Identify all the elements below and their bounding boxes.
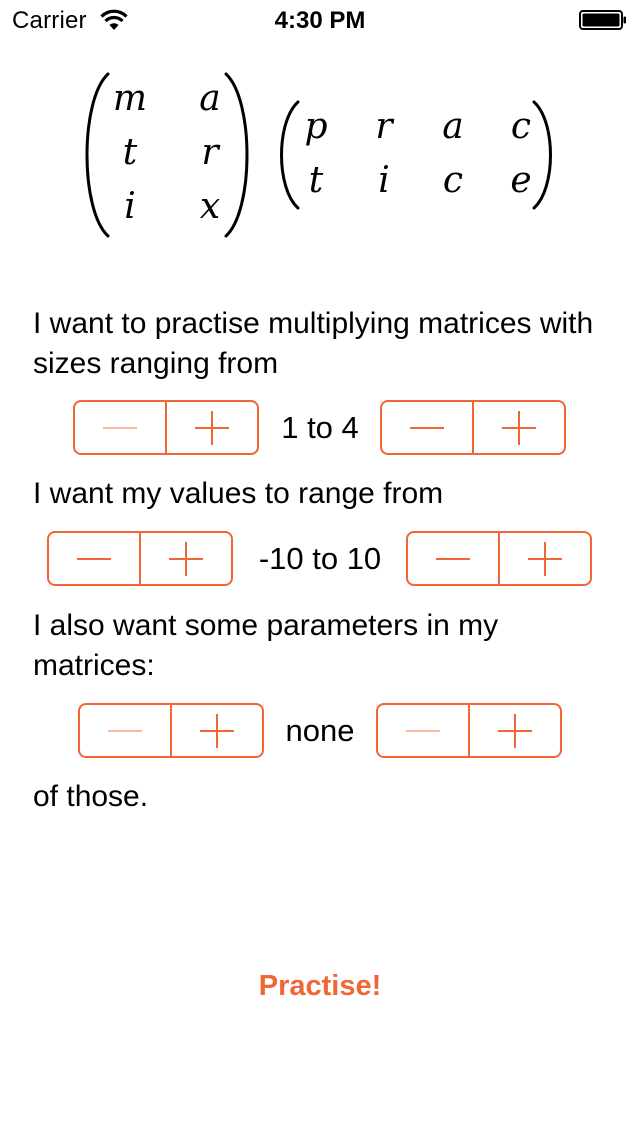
minus-icon: [77, 557, 111, 560]
left-matrix: m a t r i x: [85, 72, 249, 238]
right-matrix-entry: a: [442, 106, 463, 147]
parameters-min-decrement-button[interactable]: [80, 705, 170, 756]
values-min-stepper[interactable]: [47, 531, 233, 586]
parameters-suffix: of those.: [33, 780, 149, 813]
sizes-max-stepper[interactable]: [380, 400, 566, 455]
practise-button[interactable]: Practise!: [0, 966, 640, 1006]
right-matrix-entry: c: [511, 106, 531, 147]
parameters-prompt: I also want some parameters in my matric…: [33, 609, 499, 682]
minus-icon: [103, 426, 137, 429]
values-range-value: -10 to 10: [258, 541, 382, 576]
battery-icon: [579, 10, 626, 30]
minus-icon: [108, 729, 142, 732]
parameters-min-increment-button[interactable]: [170, 705, 262, 756]
sizes-prompt: I want to practise multiplying matrices …: [33, 307, 594, 380]
left-matrix-entry: r: [201, 132, 220, 173]
right-matrix-entry: t: [309, 160, 324, 201]
parameters-count-value: none: [285, 713, 355, 748]
minus-icon: [406, 729, 440, 732]
right-matrix-entry: p: [304, 106, 327, 147]
right-matrix: p r a c t i c e: [280, 100, 552, 210]
title-matrices: m a t r i x p r a c t i c e: [85, 72, 552, 238]
left-matrix-close-paren: [224, 72, 249, 238]
minus-icon: [410, 426, 444, 429]
parameters-min-stepper[interactable]: [78, 703, 264, 758]
sizes-max-increment-button[interactable]: [472, 402, 564, 453]
right-matrix-entry: c: [443, 160, 463, 201]
right-matrix-entry: e: [510, 160, 531, 201]
right-matrix-entry: i: [378, 160, 390, 201]
values-max-decrement-button[interactable]: [408, 533, 498, 584]
values-min-decrement-button[interactable]: [49, 533, 139, 584]
values-prompt: I want my values to range from: [33, 477, 444, 510]
status-bar: Carrier 4:30 PM: [0, 0, 640, 40]
left-matrix-open-paren: [85, 72, 110, 238]
sizes-max-decrement-button[interactable]: [382, 402, 472, 453]
right-matrix-entry: r: [375, 106, 394, 147]
values-max-increment-button[interactable]: [498, 533, 590, 584]
values-max-stepper[interactable]: [406, 531, 592, 586]
sizes-min-increment-button[interactable]: [165, 402, 257, 453]
sizes-range-value: 1 to 4: [281, 410, 359, 445]
left-matrix-entry: a: [199, 78, 220, 119]
left-matrix-entry: t: [123, 132, 138, 173]
sizes-min-decrement-button[interactable]: [75, 402, 165, 453]
status-time: 4:30 PM: [274, 7, 366, 34]
values-min-increment-button[interactable]: [139, 533, 231, 584]
left-matrix-entry: x: [200, 186, 220, 227]
parameters-max-decrement-button[interactable]: [378, 705, 468, 756]
right-matrix-open-paren: [280, 100, 300, 210]
parameters-max-stepper[interactable]: [376, 703, 562, 758]
parameters-max-increment-button[interactable]: [468, 705, 560, 756]
left-matrix-entry: m: [113, 78, 147, 119]
minus-icon: [436, 557, 470, 560]
left-matrix-entry: i: [124, 186, 136, 227]
sizes-min-stepper[interactable]: [73, 400, 259, 455]
right-matrix-close-paren: [532, 100, 552, 210]
